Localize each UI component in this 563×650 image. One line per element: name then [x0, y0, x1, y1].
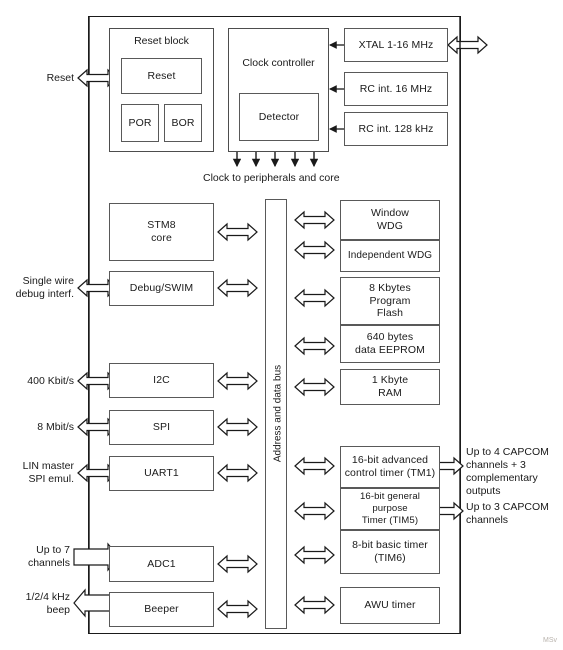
tim6-label: 8-bit basic timer (TIM6)	[352, 539, 428, 564]
detector-box-label: Detector	[258, 110, 300, 123]
label-lin-master-spi-emul: LIN master SPI emul.	[22, 460, 74, 486]
rc-int-128khz-box[interactable]: RC int. 128 kHz	[344, 112, 448, 146]
arrow-bus-ram	[294, 377, 335, 397]
por-box[interactable]: POR	[121, 104, 159, 142]
window-wdg-label: Window WDG	[371, 207, 409, 232]
arrow-xtal-ext	[447, 35, 488, 55]
arrow-beeper-bus	[217, 599, 258, 619]
label-up-to-7-channels: Up to 7 channels	[27, 544, 70, 570]
data-eeprom-box[interactable]: 640 bytes data EEPROM	[340, 325, 440, 363]
debug-swim-box[interactable]: Debug/SWIM	[109, 271, 214, 306]
label-8-mbits: 8 Mbit/s	[37, 421, 74, 433]
rc-int-16mhz-label: RC int. 16 MHz	[359, 82, 433, 95]
arrow-core-bus	[217, 222, 258, 242]
clock-fanout-caption: Clock to peripherals and core	[203, 172, 340, 184]
independent-wdg-box[interactable]: Independent WDG	[340, 240, 440, 272]
stm8-core-label: STM8 core	[147, 219, 176, 244]
bor-box-label: BOR	[171, 116, 195, 129]
arrow-bus-indep-wdg	[294, 240, 335, 260]
address-data-bus-label: Address and data bus	[272, 364, 284, 463]
i2c-label: I2C	[153, 374, 170, 387]
arrow-i2c-bus	[217, 371, 258, 391]
tim5-label: 16-bit general purpose Timer (TIM5)	[359, 491, 421, 526]
awu-timer-label: AWU timer	[364, 599, 416, 612]
debug-swim-label: Debug/SWIM	[129, 282, 194, 295]
rc-int-128khz-label: RC int. 128 kHz	[358, 122, 434, 135]
label-400-kbits: 400 Kbit/s	[27, 375, 74, 387]
xtal-box[interactable]: XTAL 1-16 MHz	[344, 28, 448, 62]
adc1-label: ADC1	[147, 557, 176, 570]
rc-int-16mhz-box[interactable]: RC int. 16 MHz	[344, 72, 448, 106]
bor-box[interactable]: BOR	[164, 104, 202, 142]
label-single-wire-debug: Single wire debug interf.	[15, 275, 74, 301]
tim1-label: 16-bit advanced control timer (TM1)	[344, 454, 436, 479]
arrow-spi-bus	[217, 417, 258, 437]
arrow-swim-bus	[217, 278, 258, 298]
label-capcom-4-channels: Up to 4 CAPCOM channels + 3 complementar…	[466, 446, 549, 498]
tim1-box[interactable]: 16-bit advanced control timer (TM1)	[340, 446, 440, 488]
arrow-bus-flash	[294, 288, 335, 308]
arrow-uart1-bus	[217, 463, 258, 483]
i2c-box[interactable]: I2C	[109, 363, 214, 398]
label-capcom-3-channels: Up to 3 CAPCOM channels	[466, 501, 549, 527]
adc1-box[interactable]: ADC1	[109, 546, 214, 582]
reset-block-title: Reset block	[134, 35, 189, 47]
block-diagram: Reset block Reset POR BOR Clock controll…	[0, 0, 563, 650]
arrow-bus-tim1	[294, 456, 335, 476]
awu-timer-box[interactable]: AWU timer	[340, 587, 440, 624]
detector-box[interactable]: Detector	[239, 93, 319, 141]
label-beep-freq: 1/2/4 kHz beep	[25, 591, 70, 617]
arrow-bus-tim6	[294, 545, 335, 565]
arrow-bus-tim5	[294, 501, 335, 521]
tim5-box[interactable]: 16-bit general purpose Timer (TIM5)	[340, 488, 440, 530]
window-wdg-box[interactable]: Window WDG	[340, 200, 440, 240]
beeper-label: Beeper	[144, 603, 179, 616]
reset-box[interactable]: Reset	[121, 58, 202, 94]
data-eeprom-label: 640 bytes data EEPROM	[355, 331, 425, 356]
spi-label: SPI	[152, 421, 171, 434]
clock-fanout-arrows	[232, 152, 319, 168]
reset-box-label: Reset	[147, 69, 176, 82]
clock-controller-title: Clock controller	[242, 57, 315, 69]
program-flash-box[interactable]: 8 Kbytes Program Flash	[340, 277, 440, 325]
ram-box[interactable]: 1 Kbyte RAM	[340, 369, 440, 405]
arrow-bus-awu	[294, 595, 335, 615]
label-reset: Reset	[46, 72, 74, 84]
ram-label: 1 Kbyte RAM	[371, 374, 409, 399]
independent-wdg-label: Independent WDG	[347, 249, 433, 261]
uart1-box[interactable]: UART1	[109, 456, 214, 491]
arrow-adc1-bus	[217, 554, 258, 574]
arrow-bus-eeprom	[294, 336, 335, 356]
spi-box[interactable]: SPI	[109, 410, 214, 445]
xtal-box-label: XTAL 1-16 MHz	[358, 38, 434, 51]
arrow-bus-window-wdg	[294, 210, 335, 230]
uart1-label: UART1	[144, 467, 179, 480]
figure-id-label: MSv	[543, 637, 557, 644]
stm8-core-box[interactable]: STM8 core	[109, 203, 214, 261]
program-flash-label: 8 Kbytes Program Flash	[369, 281, 411, 320]
tim6-box[interactable]: 8-bit basic timer (TIM6)	[340, 530, 440, 574]
por-box-label: POR	[128, 116, 152, 129]
beeper-box[interactable]: Beeper	[109, 592, 214, 627]
